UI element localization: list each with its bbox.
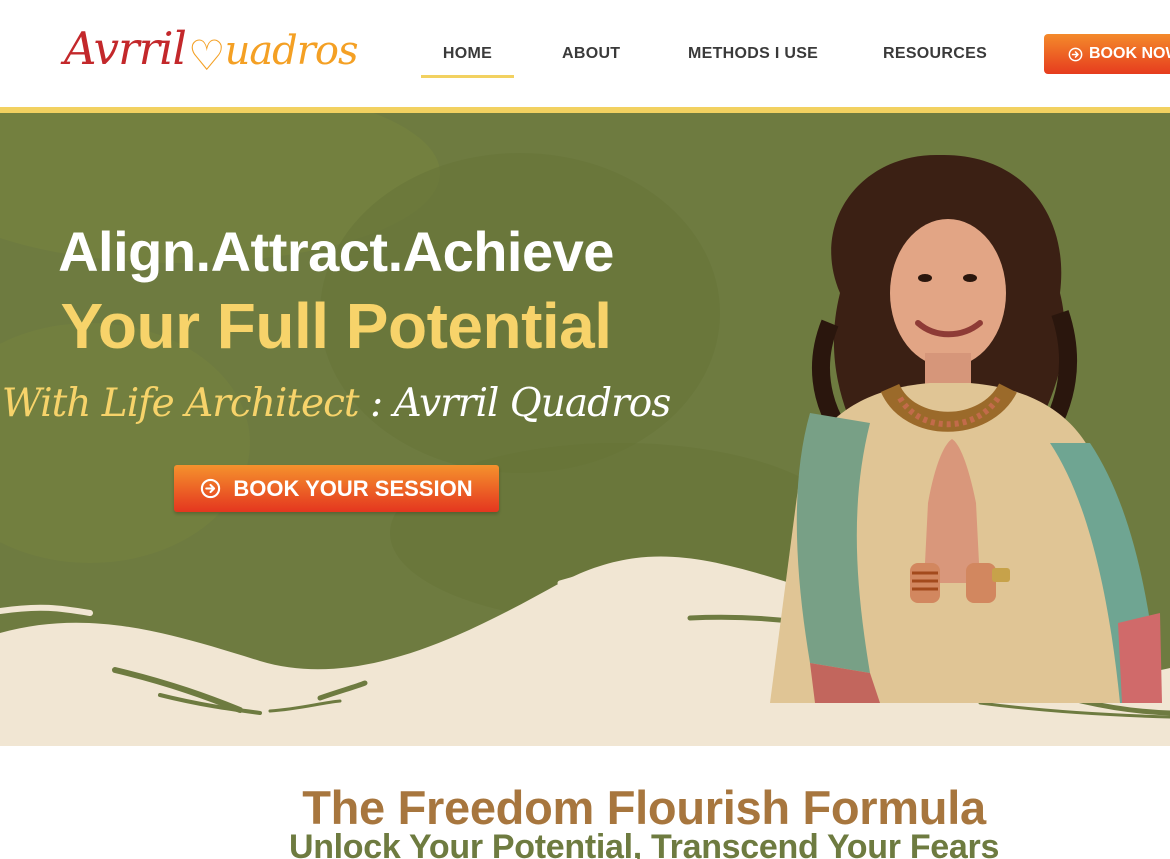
arrow-circle-right-icon [1068, 47, 1083, 61]
book-session-button[interactable]: BOOK YOUR SESSION [174, 465, 499, 512]
logo-heart-q-icon: ♡ [187, 31, 226, 80]
nav-item-methods[interactable]: METHODS I USE [688, 34, 818, 74]
nav-active-underline [421, 75, 514, 78]
hero-tagline-name: : Avrril Quadros [358, 381, 671, 426]
site-header: Avrril ♡ uadros HOME ABOUT METHODS I USE… [0, 0, 1170, 108]
hero-tagline: With Life Architect : Avrril Quadros [0, 381, 672, 426]
nav-item-methods-label: METHODS I USE [688, 45, 819, 62]
hero-tagline-role: With Life Architect [1, 381, 360, 426]
nav-item-about-label: ABOUT [562, 45, 621, 62]
section-subtitle: Unlock Your Potential, Transcend Your Fe… [288, 828, 1000, 859]
logo-text-first: Avrril [64, 22, 187, 75]
nav-item-resources[interactable]: RESOURCES [883, 34, 987, 74]
nav-item-resources-label: RESOURCES [883, 45, 988, 62]
hero-subheadline: Your Full Potential [60, 290, 612, 362]
site-logo[interactable]: Avrril ♡ uadros [64, 22, 359, 82]
hero-headline: Align.Attract.Achieve [58, 220, 614, 283]
nav-item-about[interactable]: ABOUT [562, 34, 620, 74]
book-now-button[interactable]: BOOK NOW [1044, 34, 1170, 74]
arrow-circle-right-icon [201, 478, 221, 499]
book-session-label: BOOK YOUR SESSION [233, 475, 473, 501]
coach-portrait-image [770, 154, 1162, 703]
section-title: The Freedom Flourish Formula [302, 781, 986, 834]
logo-text-last: uadros [224, 28, 359, 74]
hero-banner: Align.Attract.Achieve Your Full Potentia… [0, 113, 1170, 746]
nav-item-home-label: HOME [442, 45, 493, 62]
nav-item-home[interactable]: HOME [421, 34, 514, 78]
book-now-label: BOOK NOW [1089, 45, 1170, 62]
